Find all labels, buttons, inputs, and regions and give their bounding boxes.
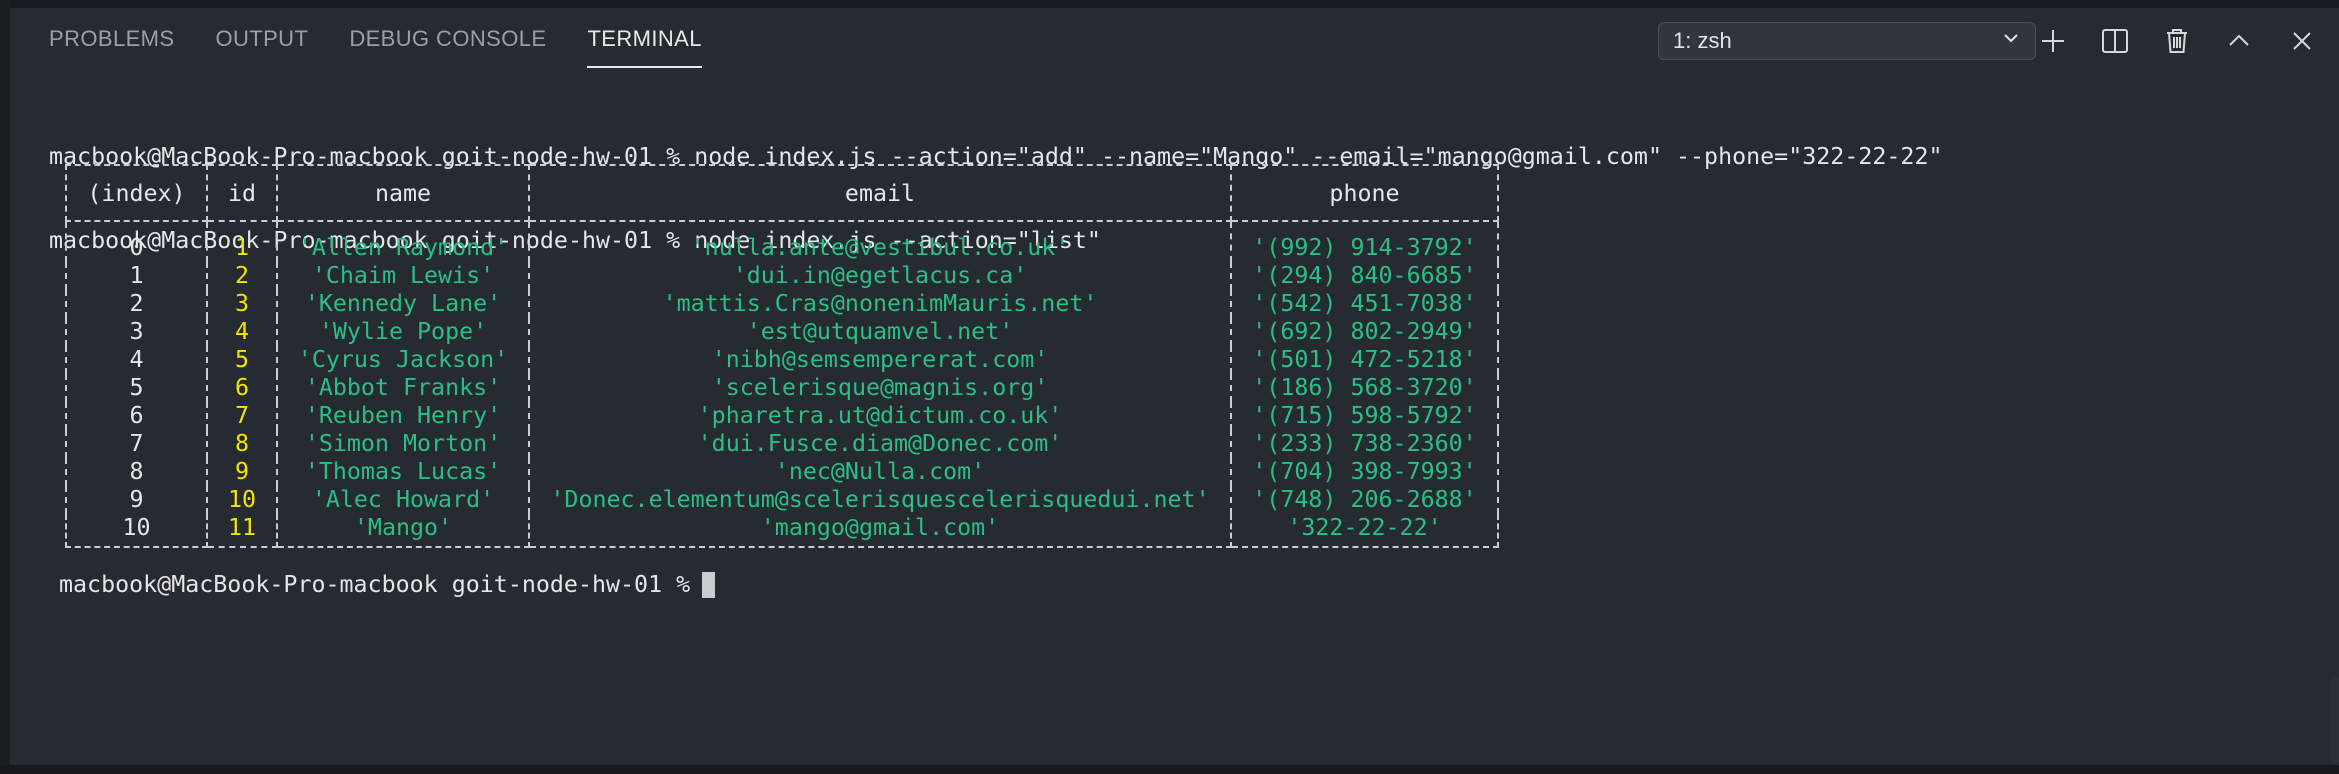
tab-output[interactable]: OUTPUT [215,26,308,68]
cell-id: 4 [206,318,278,346]
cell-email: 'dui.Fusce.diam@Donec.com' [528,430,1232,458]
window-bottom-edge [0,765,2339,774]
panel-tabs: PROBLEMS OUTPUT DEBUG CONSOLE TERMINAL [49,26,702,68]
cell-index: 4 [65,346,208,374]
cell-phone: '(692) 802-2949' [1230,318,1499,346]
scrollbar-track[interactable] [2331,677,2339,762]
column-header-name: name [276,164,530,222]
column-header-phone: phone [1230,164,1499,222]
table-row: 0 1 'Allen Raymond' 'nulla.ante@vestibul… [65,221,1499,262]
table-row: 6 7 'Reuben Henry' 'pharetra.ut@dictum.c… [65,402,1499,430]
cell-index: 7 [65,430,208,458]
cell-name: 'Cyrus Jackson' [276,346,530,374]
cell-email: 'dui.in@egetlacus.ca' [528,262,1232,290]
prompt-text: macbook@MacBook-Pro-macbook goit-node-hw… [59,571,691,598]
trash-icon[interactable] [2161,25,2193,57]
cell-email: 'est@utquamvel.net' [528,318,1232,346]
table-row: 9 10 'Alec Howard' 'Donec.elementum@scel… [65,486,1499,514]
chevron-down-icon [2001,28,2021,54]
cell-email: 'mattis.Cras@nonenimMauris.net' [528,290,1232,318]
cell-phone: '(715) 598-5792' [1230,402,1499,430]
cell-name: 'Allen Raymond' [276,221,530,262]
column-header-index: (index) [65,164,208,222]
cell-index: 10 [65,514,208,548]
table-row: 7 8 'Simon Morton' 'dui.Fusce.diam@Donec… [65,430,1499,458]
column-header-email: email [528,164,1232,222]
cell-email: 'pharetra.ut@dictum.co.uk' [528,402,1232,430]
table-row: 10 11 'Mango' 'mango@gmail.com' '322-22-… [65,514,1499,548]
cell-name: 'Wylie Pope' [276,318,530,346]
cell-id: 7 [206,402,278,430]
tab-debug-console[interactable]: DEBUG CONSOLE [349,26,546,68]
tab-terminal[interactable]: TERMINAL [587,26,702,68]
table-header-row: (index) id name email phone [65,164,1499,222]
cell-email: 'scelerisque@magnis.org' [528,374,1232,402]
cell-phone: '(704) 398-7993' [1230,458,1499,486]
bottom-panel: PROBLEMS OUTPUT DEBUG CONSOLE TERMINAL 1… [10,8,2339,765]
cell-name: 'Chaim Lewis' [276,262,530,290]
cell-phone: '(294) 840-6685' [1230,262,1499,290]
cell-email: 'mango@gmail.com' [528,514,1232,548]
cell-index: 9 [65,486,208,514]
terminal-prompt[interactable]: macbook@MacBook-Pro-macbook goit-node-hw… [59,571,716,599]
cell-id: 11 [206,514,278,548]
cell-phone: '(992) 914-3792' [1230,221,1499,262]
cell-phone: '322-22-22' [1230,514,1499,548]
cell-phone: '(186) 568-3720' [1230,374,1499,402]
terminal-select[interactable]: 1: zsh [1658,22,2036,60]
cell-index: 6 [65,402,208,430]
cell-name: 'Abbot Franks' [276,374,530,402]
table-row: 2 3 'Kennedy Lane' 'mattis.Cras@nonenimM… [65,290,1499,318]
split-icon[interactable] [2099,25,2131,57]
table-row: 8 9 'Thomas Lucas' 'nec@Nulla.com' '(704… [65,458,1499,486]
cell-phone: '(233) 738-2360' [1230,430,1499,458]
table-row: 1 2 'Chaim Lewis' 'dui.in@egetlacus.ca' … [65,262,1499,290]
table-row: 4 5 'Cyrus Jackson' 'nibh@semsempererat.… [65,346,1499,374]
cell-id: 6 [206,374,278,402]
table-row: 5 6 'Abbot Franks' 'scelerisque@magnis.o… [65,374,1499,402]
tab-problems[interactable]: PROBLEMS [49,26,174,68]
cell-email: 'nulla.ante@vestibul.co.uk' [528,221,1232,262]
cell-id: 1 [206,221,278,262]
cell-id: 5 [206,346,278,374]
column-header-id: id [206,164,278,222]
plus-icon[interactable] [2037,25,2069,57]
cell-email: 'nec@Nulla.com' [528,458,1232,486]
cell-name: 'Mango' [276,514,530,548]
close-icon[interactable] [2286,25,2318,57]
cell-index: 0 [65,221,208,262]
cell-id: 9 [206,458,278,486]
cell-id: 3 [206,290,278,318]
cell-email: 'nibh@semsempererat.com' [528,346,1232,374]
cell-id: 8 [206,430,278,458]
console-table: (index) id name email phone 0 1 'Allen R… [65,164,1499,548]
cell-phone: '(542) 451-7038' [1230,290,1499,318]
cell-id: 2 [206,262,278,290]
cell-id: 10 [206,486,278,514]
cell-index: 1 [65,262,208,290]
cell-name: 'Kennedy Lane' [276,290,530,318]
cell-index: 2 [65,290,208,318]
cell-name: 'Thomas Lucas' [276,458,530,486]
cell-name: 'Alec Howard' [276,486,530,514]
table-row: 3 4 'Wylie Pope' 'est@utquamvel.net' '(6… [65,318,1499,346]
cell-phone: '(748) 206-2688' [1230,486,1499,514]
cell-email: 'Donec.elementum@scelerisquescelerisqued… [528,486,1232,514]
chevron-up-icon[interactable] [2223,25,2255,57]
terminal-select-value: 1: zsh [1673,28,1732,53]
cell-index: 3 [65,318,208,346]
window-top-edge [0,0,2339,8]
cell-name: 'Simon Morton' [276,430,530,458]
cell-phone: '(501) 472-5218' [1230,346,1499,374]
cell-index: 8 [65,458,208,486]
terminal-cursor [702,572,716,598]
cell-name: 'Reuben Henry' [276,402,530,430]
window-left-edge [0,0,10,774]
cell-index: 5 [65,374,208,402]
